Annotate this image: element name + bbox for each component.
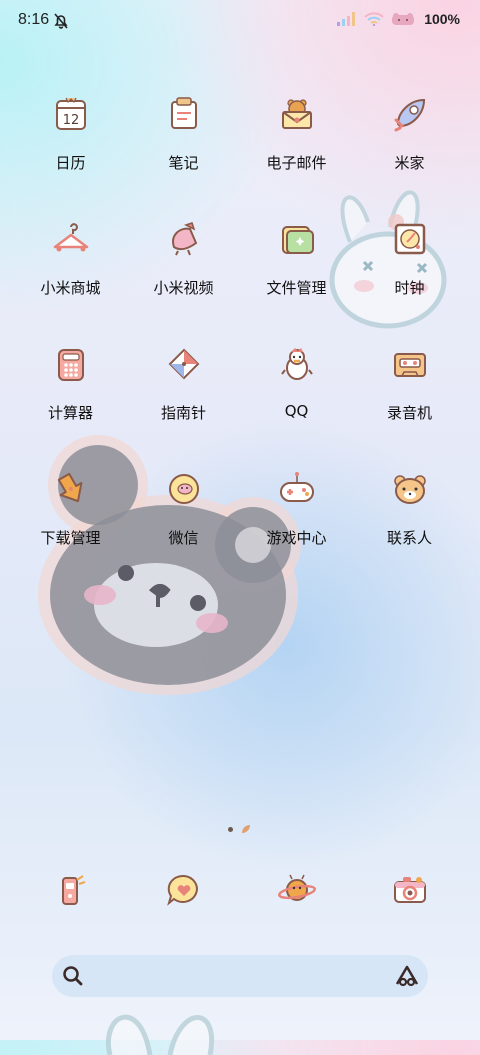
app-label: 下载管理 (40, 529, 101, 547)
app-download-manager[interactable]: 下载管理 (14, 467, 127, 592)
qq-icon (275, 342, 319, 386)
app-wechat[interactable]: 微信 (127, 467, 240, 592)
game-center-icon (275, 467, 319, 511)
app-calculator[interactable]: 计算器 (14, 342, 127, 467)
app-recorder[interactable]: 录音机 (353, 342, 466, 467)
clock-icon (388, 217, 432, 261)
contacts-icon (388, 467, 432, 511)
app-email[interactable]: 电子邮件 (240, 92, 353, 217)
app-label: 笔记 (168, 154, 199, 172)
search-bar[interactable] (52, 955, 428, 997)
mi-video-icon (162, 217, 206, 261)
signal-icon (337, 12, 356, 26)
status-bar: 8:16 100% (0, 0, 480, 42)
mi-store-icon (49, 217, 93, 261)
app-compass[interactable]: 指南针 (127, 342, 240, 467)
page-indicator[interactable] (228, 824, 251, 834)
app-calendar[interactable]: 12 日历 (14, 92, 127, 217)
app-label: 指南针 (160, 404, 206, 422)
app-label: 联系人 (386, 529, 432, 547)
svg-text:12: 12 (62, 113, 79, 128)
browser-icon[interactable] (275, 868, 319, 912)
app-mi-home[interactable]: 米家 (353, 92, 466, 217)
email-icon (275, 92, 319, 136)
app-label: 计算器 (47, 404, 93, 422)
app-label: 日历 (55, 154, 86, 172)
notes-icon (162, 92, 206, 136)
wifi-icon (364, 12, 384, 26)
battery-percent: 100% (424, 11, 460, 27)
dock (14, 868, 466, 912)
bunny-ears-wallpaper-decoration (106, 1014, 215, 1055)
calendar-icon: 12 (49, 92, 93, 136)
app-label: 游戏中心 (266, 529, 327, 547)
wechat-icon (162, 467, 206, 511)
camera-icon[interactable] (388, 868, 432, 912)
file-manager-icon (275, 217, 319, 261)
app-label: 录音机 (386, 404, 432, 422)
page-dot-current (228, 826, 233, 832)
app-file-manager[interactable]: 文件管理 (240, 217, 353, 342)
app-qq[interactable]: QQ (240, 342, 353, 467)
app-contacts[interactable]: 联系人 (353, 467, 466, 592)
calculator-icon (49, 342, 93, 386)
mi-home-icon (388, 92, 432, 136)
recorder-icon (388, 342, 432, 386)
app-label: 小米商城 (40, 279, 101, 297)
app-label: 时钟 (394, 279, 425, 297)
app-label: 小米视频 (153, 279, 214, 297)
app-label: 米家 (394, 154, 425, 172)
app-mi-store[interactable]: 小米商城 (14, 217, 127, 342)
status-time: 8:16 (18, 11, 50, 28)
search-icon (63, 966, 83, 986)
messages-icon[interactable] (162, 868, 206, 912)
app-mi-video[interactable]: 小米视频 (127, 217, 240, 342)
app-label: 电子邮件 (266, 154, 327, 172)
app-game-center[interactable]: 游戏中心 (240, 467, 353, 592)
app-grid: 12 日历 笔记 电子邮件 米家 小米商城 小米视频 文件管理 时钟 计算器 指… (14, 92, 466, 592)
app-label: QQ (284, 402, 309, 420)
compass-icon (162, 342, 206, 386)
voice-assistant-icon[interactable] (394, 964, 420, 988)
phone-icon[interactable] (49, 868, 93, 912)
leaf-page-dot-icon (242, 825, 250, 833)
app-notes[interactable]: 笔记 (127, 92, 240, 217)
app-clock[interactable]: 时钟 (353, 217, 466, 342)
battery-icon (392, 13, 415, 25)
mute-bell-icon (54, 13, 68, 29)
download-icon (49, 467, 93, 511)
app-label: 文件管理 (266, 279, 327, 297)
app-label: 微信 (168, 529, 199, 547)
